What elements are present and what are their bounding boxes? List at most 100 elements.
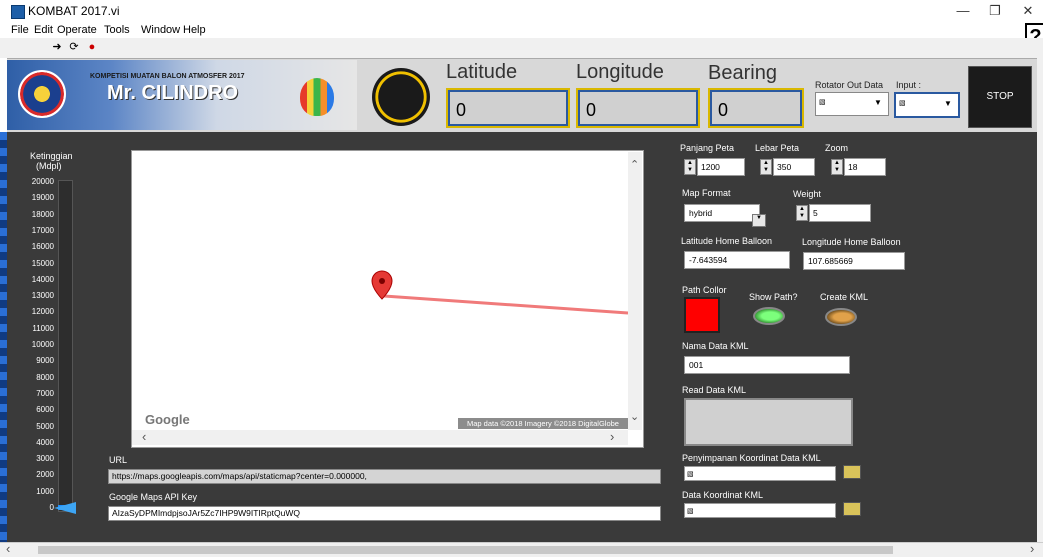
- altitude-unit-label: (Mdpl): [36, 161, 62, 171]
- altitude-tick-label: 16000: [31, 242, 54, 252]
- lon-home-label: Longitude Home Balloon: [802, 237, 901, 247]
- latitude-indicator: 0: [446, 88, 570, 128]
- bearing-indicator: 0: [708, 88, 804, 128]
- altitude-tick-label: 7000: [36, 388, 54, 398]
- scroll-right-icon[interactable]: ›: [610, 429, 614, 444]
- map-view[interactable]: [131, 150, 644, 448]
- lebar-peta-value: 350: [777, 162, 792, 172]
- panjang-peta-label: Panjang Peta: [680, 143, 735, 153]
- scroll-left-icon[interactable]: ‹: [6, 541, 10, 556]
- create-kml-toggle[interactable]: [825, 308, 857, 326]
- banner-subtitle: KOMPETISI MUATAN BALON ATMOSFER 2017: [90, 73, 245, 80]
- altitude-tick-label: 5000: [36, 421, 54, 431]
- panjang-peta-input[interactable]: 1200: [697, 158, 745, 176]
- location-pin-icon: [371, 270, 393, 300]
- altitude-slider-thumb[interactable]: [54, 502, 76, 514]
- panjang-spinner-icon[interactable]: ▲ ▼: [684, 159, 696, 175]
- menu-help[interactable]: Help: [183, 24, 206, 36]
- api-key-field[interactable]: AIzaSyDPMImdpjsoJAr5Zc7IHP9W9ITIRptQuWQ: [108, 506, 661, 521]
- altitude-tick-label: 13000: [31, 291, 54, 301]
- altitude-tick-label: 20000: [31, 177, 54, 186]
- penyimpanan-path-input[interactable]: ▧: [684, 466, 836, 481]
- map-horizontal-scrollbar[interactable]: ‹ ›: [132, 429, 628, 445]
- longitude-label: Longitude: [576, 61, 664, 83]
- lon-home-input[interactable]: 107.685669: [803, 252, 905, 270]
- abort-icon[interactable]: ●: [85, 40, 99, 54]
- altitude-tick-label: 6000: [36, 405, 54, 415]
- menu-operate[interactable]: Operate: [57, 24, 97, 36]
- bearing-label: Bearing: [708, 62, 777, 84]
- minimize-icon[interactable]: —: [948, 3, 978, 19]
- string-type-icon: ▧: [819, 99, 826, 106]
- altitude-tick-label: 10000: [31, 340, 54, 349]
- data-koordinat-path-input[interactable]: ▧: [684, 503, 836, 518]
- altitude-slider-track[interactable]: [58, 180, 73, 512]
- dropdown-arrow-icon[interactable]: ▼: [874, 98, 882, 107]
- dropdown-arrow-icon[interactable]: ▼: [944, 99, 952, 108]
- balloon-icon: [300, 78, 334, 116]
- path-color-swatch[interactable]: [684, 297, 720, 333]
- nama-kml-input[interactable]: 001: [684, 356, 850, 374]
- input-select[interactable]: ▧ ▼: [894, 92, 960, 118]
- scroll-thumb[interactable]: [38, 546, 893, 554]
- toolbar: [0, 38, 1043, 58]
- weight-input[interactable]: 5: [809, 204, 871, 222]
- window-title: KOMBAT 2017.vi: [28, 4, 120, 18]
- stop-button[interactable]: STOP: [968, 66, 1032, 128]
- latitude-value: 0: [456, 100, 467, 120]
- menu-edit[interactable]: Edit: [34, 24, 53, 36]
- map-format-dropdown-icon[interactable]: ▼: [752, 214, 766, 227]
- scroll-left-icon[interactable]: ‹: [142, 429, 146, 444]
- zoom-value: 18: [848, 162, 858, 172]
- panjang-peta-value: 1200: [701, 162, 720, 172]
- menu-tools[interactable]: Tools: [104, 24, 130, 36]
- browse-folder-icon[interactable]: [843, 502, 861, 516]
- map-format-label: Map Format: [682, 188, 731, 198]
- competition-logo-icon: [18, 70, 66, 118]
- labview-app-icon: [11, 5, 25, 19]
- altitude-tick-label: 18000: [31, 209, 54, 219]
- lebar-spinner-icon[interactable]: ▲ ▼: [760, 159, 772, 175]
- scroll-down-icon[interactable]: ⌄: [630, 410, 639, 423]
- restore-icon[interactable]: ❐: [980, 3, 1010, 19]
- read-kml-display: [684, 398, 853, 446]
- data-koordinat-kml-label: Data Koordinat KML: [682, 490, 764, 500]
- map-format-select[interactable]: hybrid: [684, 204, 760, 222]
- altitude-tick-label: 19000: [31, 193, 54, 203]
- lat-home-label: Latitude Home Balloon: [681, 236, 773, 246]
- rotator-out-select[interactable]: ▧ ▼: [815, 92, 889, 116]
- altitude-tick-label: 12000: [31, 307, 54, 317]
- weight-spinner-icon[interactable]: ▲ ▼: [796, 205, 808, 221]
- lebar-peta-label: Lebar Peta: [755, 143, 800, 153]
- altitude-tick-label: 11000: [32, 323, 54, 333]
- right-scrollbar[interactable]: [1037, 58, 1043, 542]
- run-continuously-icon[interactable]: ⟳: [67, 40, 81, 54]
- map-credit: Map data ©2018 Imagery ©2018 DigitalGlob…: [458, 418, 628, 429]
- input-label: Input :: [896, 80, 922, 90]
- read-kml-label: Read Data KML: [682, 385, 747, 395]
- browse-folder-icon[interactable]: [843, 465, 861, 479]
- url-label: URL: [109, 455, 128, 465]
- scroll-up-icon[interactable]: ⌃: [630, 158, 639, 171]
- map-canvas: [371, 270, 628, 315]
- map-vertical-scrollbar[interactable]: ⌃ ⌄: [628, 152, 642, 430]
- zoom-spinner-icon[interactable]: ▲ ▼: [831, 159, 843, 175]
- show-path-toggle[interactable]: [753, 307, 785, 325]
- google-logo: Google: [145, 412, 190, 427]
- string-type-icon: ▧: [899, 100, 906, 107]
- lat-home-input[interactable]: -7.643594: [684, 251, 790, 269]
- zoom-input[interactable]: 18: [844, 158, 886, 176]
- create-kml-label: Create KML: [820, 292, 869, 302]
- altitude-tick-label: 15000: [31, 258, 54, 268]
- close-icon[interactable]: ✕: [1013, 3, 1043, 19]
- lebar-peta-input[interactable]: 350: [773, 158, 815, 176]
- menu-window[interactable]: Window: [141, 24, 180, 36]
- run-arrow-icon[interactable]: ➜: [50, 40, 64, 54]
- scroll-right-icon[interactable]: ›: [1030, 541, 1034, 556]
- menu-file[interactable]: File: [11, 24, 29, 36]
- balloon-path-line: [383, 294, 628, 315]
- url-field[interactable]: https://maps.googleapis.com/maps/api/sta…: [108, 469, 661, 484]
- path-type-icon: ▧: [687, 508, 694, 515]
- bearing-value: 0: [718, 100, 729, 120]
- window-horizontal-scrollbar[interactable]: ‹ ›: [0, 541, 1043, 557]
